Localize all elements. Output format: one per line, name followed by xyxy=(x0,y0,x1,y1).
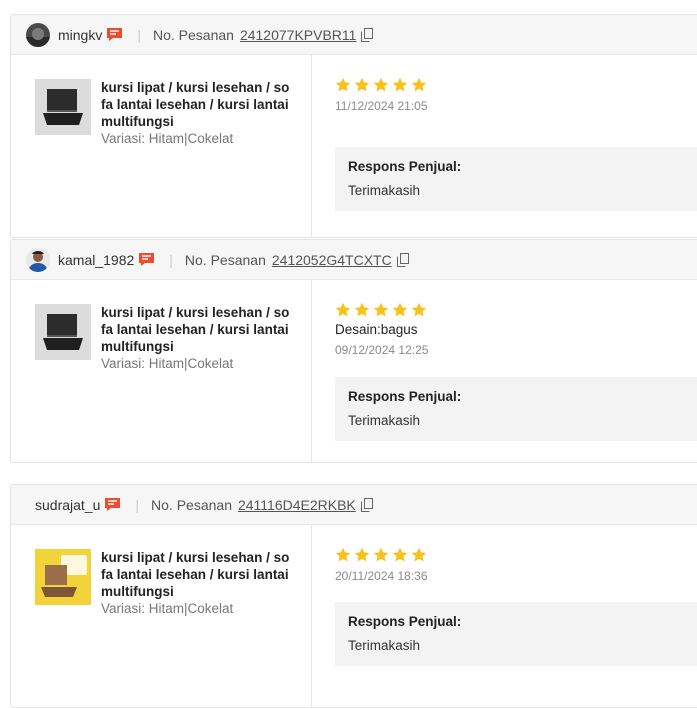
response-label: Respons Penjual: xyxy=(348,159,462,174)
review-date: 20/11/2024 18:36 xyxy=(335,569,428,583)
star-icon xyxy=(373,547,389,562)
review-header: kamal_1982 | No. Pesanan 2412052G4TCXTC xyxy=(11,240,697,280)
star-icon xyxy=(354,547,370,562)
response-text: Terimakasih xyxy=(348,183,421,198)
review-comment: Desain:bagus xyxy=(335,322,418,337)
divider: | xyxy=(135,496,140,513)
seller-response: Respons Penjual: Terimakasih xyxy=(335,377,697,441)
product-variant: Variasi: Hitam|Cokelat xyxy=(101,601,234,616)
copy-icon[interactable] xyxy=(396,252,409,267)
seller-response: Respons Penjual: Terimakasih xyxy=(335,147,697,211)
order-label: No. Pesanan xyxy=(184,251,266,268)
star-icon xyxy=(411,547,427,562)
review-content: 11/12/2024 21:05 xyxy=(335,77,697,113)
avatar[interactable] xyxy=(26,22,50,47)
product-thumbnail[interactable] xyxy=(35,549,91,605)
divider: | xyxy=(169,251,173,268)
response-label: Respons Penjual: xyxy=(348,614,462,629)
order-number-link[interactable]: 241116D4E2RKBK xyxy=(238,497,356,513)
star-icon xyxy=(392,547,408,562)
order-number-link[interactable]: 2412052G4TCXTC xyxy=(272,252,392,268)
chat-icon[interactable] xyxy=(106,27,123,42)
star-icon xyxy=(411,302,427,317)
divider: | xyxy=(137,26,141,43)
star-icon xyxy=(354,77,370,92)
review-header: mingkv | No. Pesanan 2412077KPVBR11 xyxy=(11,15,697,55)
star-icon xyxy=(335,547,351,562)
star-icon xyxy=(354,302,370,317)
star-icon xyxy=(373,302,389,317)
chat-icon[interactable] xyxy=(138,252,155,267)
username[interactable]: sudrajat_u xyxy=(35,497,100,513)
column-divider xyxy=(311,55,312,237)
order-label: No. Pesanan xyxy=(153,26,234,43)
review-date: 11/12/2024 21:05 xyxy=(335,99,428,113)
response-text: Terimakasih xyxy=(348,413,421,428)
star-icon xyxy=(335,302,351,317)
star-rating xyxy=(335,77,697,93)
product-thumbnail[interactable] xyxy=(35,79,91,135)
star-icon xyxy=(392,302,408,317)
avatar[interactable] xyxy=(26,247,50,272)
column-divider xyxy=(311,525,312,707)
username[interactable]: kamal_1982 xyxy=(58,252,134,268)
response-label: Respons Penjual: xyxy=(348,389,462,404)
star-rating xyxy=(335,547,697,563)
product-name: kursi lipat / kursi lesehan / so fa lant… xyxy=(101,305,290,354)
review-card: kamal_1982 | No. Pesanan 2412052G4TCXTC … xyxy=(10,239,697,463)
review-card: mingkv | No. Pesanan 2412077KPVBR11 kurs… xyxy=(10,14,697,238)
review-content: 20/11/2024 18:36 xyxy=(335,547,697,583)
response-text: Terimakasih xyxy=(348,638,421,653)
review-content: Desain:bagus 09/12/2024 12:25 xyxy=(335,302,697,357)
star-icon xyxy=(373,77,389,92)
product-variant: Variasi: Hitam|Cokelat xyxy=(101,131,234,146)
product-thumbnail[interactable] xyxy=(35,304,91,360)
star-icon xyxy=(392,77,408,92)
order-label: No. Pesanan xyxy=(151,496,232,513)
star-rating xyxy=(335,302,697,318)
seller-response: Respons Penjual: Terimakasih xyxy=(335,602,697,666)
review-date: 09/12/2024 12:25 xyxy=(335,343,429,357)
order-number-link[interactable]: 2412077KPVBR11 xyxy=(240,27,357,43)
column-divider xyxy=(311,280,312,462)
username[interactable]: mingkv xyxy=(58,27,102,43)
product-name: kursi lipat / kursi lesehan / so fa lant… xyxy=(101,550,290,599)
review-header: sudrajat_u | No. Pesanan 241116D4E2RKBK xyxy=(11,485,697,525)
star-icon xyxy=(335,77,351,92)
review-card: sudrajat_u | No. Pesanan 241116D4E2RKBK … xyxy=(10,484,697,708)
product-variant: Variasi: Hitam|Cokelat xyxy=(101,356,234,371)
star-icon xyxy=(411,77,427,92)
copy-icon[interactable] xyxy=(361,27,374,42)
product-name: kursi lipat / kursi lesehan / so fa lant… xyxy=(101,80,290,129)
copy-icon[interactable] xyxy=(360,497,373,512)
chat-icon[interactable] xyxy=(104,497,121,512)
